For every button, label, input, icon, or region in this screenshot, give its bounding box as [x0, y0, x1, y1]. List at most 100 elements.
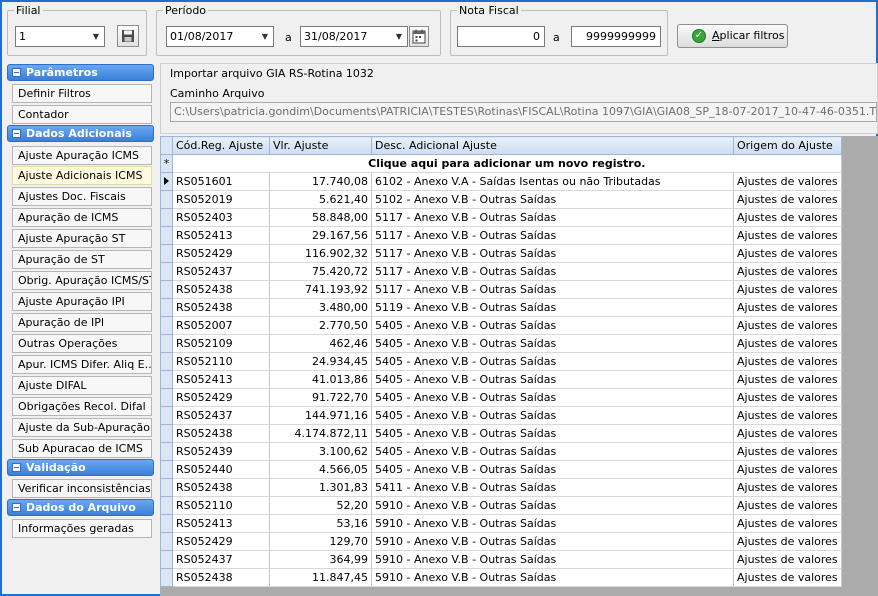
cell-cod-reg[interactable]: RS052429 [172, 388, 270, 407]
sidebar-item-ajuste-apuracao-ipi[interactable]: Ajuste Apuração IPI [12, 292, 152, 311]
new-record-row[interactable]: * Clique aqui para adicionar um novo reg… [160, 154, 842, 173]
table-row[interactable]: RS052007 2.770,50 5405 - Anexo V.B - Outra… [160, 316, 842, 335]
cell-origem[interactable]: Ajustes de valores [733, 442, 842, 461]
cell-cod-reg[interactable]: RS052110 [172, 496, 270, 515]
cell-vlr-ajuste[interactable]: 41.013,86 [269, 370, 372, 389]
cell-vlr-ajuste[interactable]: 3.100,62 [269, 442, 372, 461]
cell-origem[interactable]: Ajustes de valores [733, 478, 842, 497]
row-indicator[interactable] [160, 370, 173, 389]
collapse-icon[interactable] [12, 503, 21, 512]
cell-vlr-ajuste[interactable]: 11.847,45 [269, 568, 372, 587]
table-row[interactable]: RS052110 24.934,45 5405 - Anexo V.B - Outr… [160, 352, 842, 371]
cell-cod-reg[interactable]: RS052429 [172, 244, 270, 263]
cell-origem[interactable]: Ajustes de valores [733, 352, 842, 371]
column-header-cod-reg[interactable]: Cód.Reg. Ajuste [172, 136, 270, 155]
cell-vlr-ajuste[interactable]: 741.193,92 [269, 280, 372, 299]
new-record-message[interactable]: Clique aqui para adicionar um novo regis… [172, 154, 842, 173]
sidebar-item-informacoes-geradas[interactable]: Informações geradas [12, 519, 152, 538]
save-button[interactable] [117, 25, 139, 47]
filial-select[interactable]: 1 ▼ [15, 26, 105, 47]
cell-desc-adicional[interactable]: 6102 - Anexo V.A - Saídas Isentas ou não… [371, 172, 734, 191]
cell-origem[interactable]: Ajustes de valores [733, 370, 842, 389]
cell-origem[interactable]: Ajustes de valores [733, 388, 842, 407]
row-indicator[interactable] [160, 514, 173, 533]
table-row[interactable]: RS052438 11.847,45 5910 - Anexo V.B - Outr… [160, 568, 842, 587]
cell-origem[interactable]: Ajustes de valores [733, 226, 842, 245]
cell-desc-adicional[interactable]: 5117 - Anexo V.B - Outras Saídas [371, 262, 734, 281]
sidebar-item-obrig-apuracao-icms-st[interactable]: Obrig. Apuração ICMS/ST [12, 271, 152, 290]
cell-origem[interactable]: Ajustes de valores [733, 172, 842, 191]
cell-vlr-ajuste[interactable]: 58.848,00 [269, 208, 372, 227]
sidebar-item-outras-operacoes[interactable]: Outras Operações [12, 334, 152, 353]
cell-vlr-ajuste[interactable]: 53,16 [269, 514, 372, 533]
sidebar-item-obrigacoes-recol-difal[interactable]: Obrigações Recol. Difal [12, 397, 152, 416]
adjustments-grid[interactable]: Cód.Reg. Ajuste Vlr. Ajuste Desc. Adicio… [160, 136, 878, 596]
table-row[interactable]: RS052429 91.722,70 5405 - Anexo V.B - Outr… [160, 388, 842, 407]
cell-cod-reg[interactable]: RS052007 [172, 316, 270, 335]
table-row[interactable]: RS052437 144.971,16 5405 - Anexo V.B - Out… [160, 406, 842, 425]
sidebar-item-apuracao-st[interactable]: Apuração de ST [12, 250, 152, 269]
sidebar-item-apur-icms-difer[interactable]: Apur. ICMS Difer. Aliq E... [12, 355, 152, 374]
cell-cod-reg[interactable]: RS052438 [172, 424, 270, 443]
cell-origem[interactable]: Ajustes de valores [733, 208, 842, 227]
chevron-down-icon[interactable]: ▼ [391, 27, 407, 46]
table-row[interactable]: RS052413 41.013,86 5405 - Anexo V.B - Outr… [160, 370, 842, 389]
cell-vlr-ajuste[interactable]: 5.621,40 [269, 190, 372, 209]
column-header-desc-adicional[interactable]: Desc. Adicional Ajuste [371, 136, 734, 155]
periodo-end-date[interactable]: 31/08/2017 ▼ [300, 26, 408, 47]
cell-desc-adicional[interactable]: 5405 - Anexo V.B - Outras Saídas [371, 424, 734, 443]
nota-fiscal-to-input[interactable]: 9999999999 [571, 26, 661, 47]
row-indicator[interactable] [160, 442, 173, 461]
sidebar-item-contador[interactable]: Contador [12, 105, 152, 124]
calendar-button[interactable] [409, 26, 429, 47]
cell-cod-reg[interactable]: RS052438 [172, 478, 270, 497]
cell-vlr-ajuste[interactable]: 144.971,16 [269, 406, 372, 425]
column-header-origem[interactable]: Origem do Ajuste [733, 136, 842, 155]
chevron-down-icon[interactable]: ▼ [257, 27, 273, 46]
table-row[interactable]: RS052403 58.848,00 5117 - Anexo V.B - Outr… [160, 208, 842, 227]
cell-vlr-ajuste[interactable]: 2.770,50 [269, 316, 372, 335]
table-row[interactable]: RS052438 4.174.872,11 5405 - Anexo V.B - O… [160, 424, 842, 443]
table-row[interactable]: RS052438 1.301,83 5411 - Anexo V.B - Outra… [160, 478, 842, 497]
cell-origem[interactable]: Ajustes de valores [733, 514, 842, 533]
cell-vlr-ajuste[interactable]: 4.174.872,11 [269, 424, 372, 443]
row-indicator[interactable] [160, 460, 173, 479]
cell-origem[interactable]: Ajustes de valores [733, 550, 842, 569]
table-row[interactable]: RS052438 3.480,00 5119 - Anexo V.B - Outra… [160, 298, 842, 317]
sidebar-item-definir-filtros[interactable]: Definir Filtros [12, 84, 152, 103]
cell-desc-adicional[interactable]: 5119 - Anexo V.B - Outras Saídas [371, 298, 734, 317]
cell-vlr-ajuste[interactable]: 75.420,72 [269, 262, 372, 281]
cell-origem[interactable]: Ajustes de valores [733, 424, 842, 443]
cell-cod-reg[interactable]: RS052439 [172, 442, 270, 461]
sidebar-item-sub-apuracao-icms[interactable]: Sub Apuracao de ICMS [12, 439, 152, 458]
apply-filters-button[interactable]: ✓ Aplicar filtros [677, 24, 788, 48]
row-indicator[interactable] [160, 190, 173, 209]
row-indicator[interactable] [160, 568, 173, 587]
cell-desc-adicional[interactable]: 5405 - Anexo V.B - Outras Saídas [371, 406, 734, 425]
cell-vlr-ajuste[interactable]: 462,46 [269, 334, 372, 353]
cell-desc-adicional[interactable]: 5405 - Anexo V.B - Outras Saídas [371, 388, 734, 407]
cell-cod-reg[interactable]: RS052413 [172, 226, 270, 245]
row-indicator[interactable] [160, 424, 173, 443]
sidebar-item-ajuste-sub-apuracao[interactable]: Ajuste da Sub-Apuração... [12, 418, 152, 437]
cell-vlr-ajuste[interactable]: 29.167,56 [269, 226, 372, 245]
nota-fiscal-from-input[interactable]: 0 [457, 26, 545, 47]
cell-cod-reg[interactable]: RS052413 [172, 514, 270, 533]
section-validacao[interactable]: Validação [7, 459, 154, 476]
collapse-icon[interactable] [12, 129, 21, 138]
sidebar-item-ajuste-adicionais-icms[interactable]: Ajuste Adicionais ICMS [12, 166, 152, 185]
row-indicator[interactable] [160, 550, 173, 569]
cell-origem[interactable]: Ajustes de valores [733, 280, 842, 299]
cell-desc-adicional[interactable]: 5102 - Anexo V.B - Outras Saídas [371, 190, 734, 209]
table-row[interactable]: RS052109 462,46 5405 - Anexo V.B - Outras … [160, 334, 842, 353]
collapse-icon[interactable] [12, 463, 21, 472]
cell-vlr-ajuste[interactable]: 24.934,45 [269, 352, 372, 371]
cell-vlr-ajuste[interactable]: 129,70 [269, 532, 372, 551]
cell-origem[interactable]: Ajustes de valores [733, 406, 842, 425]
section-parametros[interactable]: Parâmetros [7, 64, 154, 81]
cell-origem[interactable]: Ajustes de valores [733, 190, 842, 209]
cell-desc-adicional[interactable]: 5405 - Anexo V.B - Outras Saídas [371, 334, 734, 353]
sidebar-item-apuracao-icms[interactable]: Apuração de ICMS [12, 208, 152, 227]
table-row[interactable]: RS052413 29.167,56 5117 - Anexo V.B - Outr… [160, 226, 842, 245]
cell-desc-adicional[interactable]: 5405 - Anexo V.B - Outras Saídas [371, 442, 734, 461]
